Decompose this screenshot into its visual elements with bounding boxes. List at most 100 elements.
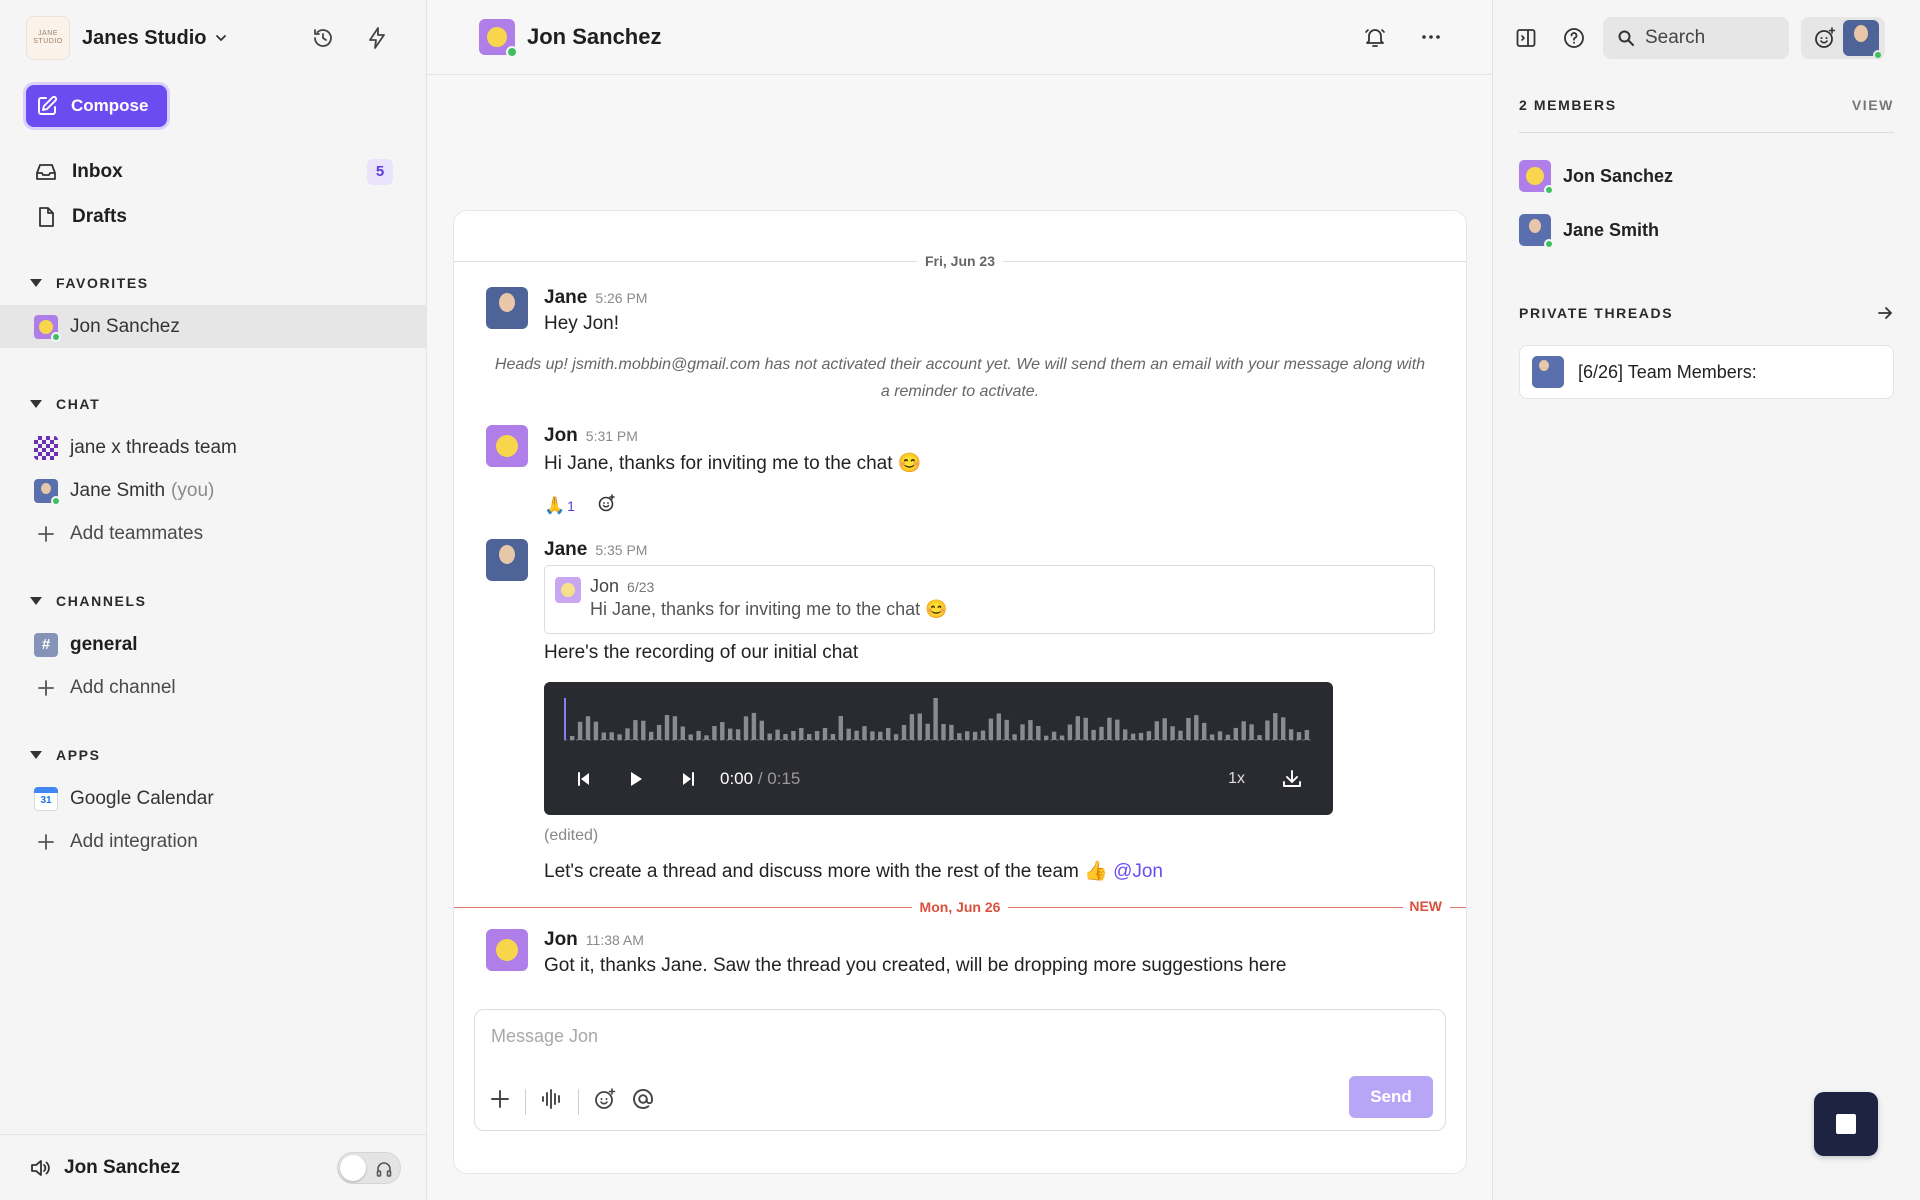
message-text: Let's create a thread and discuss more w… [544, 861, 1163, 882]
waveform-bar [1225, 734, 1231, 740]
waveform-bar [751, 712, 757, 740]
stop-icon [1836, 1114, 1856, 1134]
send-button[interactable]: Send [1349, 1076, 1433, 1118]
message-time: 5:35 PM [595, 542, 648, 558]
add-reaction-icon[interactable] [597, 493, 617, 518]
message-author[interactable]: Jon [544, 929, 578, 951]
details-header: Search [1493, 0, 1920, 75]
waveform-bar [585, 716, 591, 740]
audio-time: 0:00 / 0:15 [720, 769, 801, 788]
skip-forward-icon[interactable] [678, 769, 698, 789]
waveform-bar [783, 734, 788, 740]
waveform-bar [965, 731, 970, 740]
download-icon[interactable] [1281, 768, 1303, 790]
speaker-icon[interactable] [28, 1156, 52, 1180]
chat-item-jane-smith[interactable]: Jane Smith (you) [0, 469, 426, 512]
skip-back-icon[interactable] [574, 769, 594, 789]
waveform-bar [759, 720, 764, 740]
workspace-logo[interactable]: JANE STUDIO [26, 16, 70, 60]
waveform-bar [996, 713, 1001, 740]
message-author[interactable]: Jane [544, 539, 587, 561]
waveform-bar [672, 716, 678, 740]
avatar[interactable] [486, 425, 528, 467]
audio-waveform-icon[interactable] [540, 1087, 564, 1116]
message-list: Fri, Jun 23 Jane 5:26 PM Hey Jon! Heads u… [453, 210, 1467, 1174]
section-favorites[interactable]: FAVORITES [0, 267, 426, 299]
workspace-name[interactable]: Janes Studio [82, 27, 206, 50]
add-teammates-button[interactable]: Add teammates [0, 512, 426, 555]
chevron-down-icon[interactable] [214, 31, 228, 45]
chat-title[interactable]: Jon Sanchez [527, 24, 661, 50]
message-time: 5:26 PM [595, 290, 648, 306]
section-channels[interactable]: CHANNELS [0, 585, 426, 617]
nav-item-drafts[interactable]: Drafts [0, 194, 426, 239]
avatar[interactable] [1843, 19, 1883, 60]
member-item[interactable]: Jon Sanchez [1519, 149, 1894, 203]
add-channel-button[interactable]: Add channel [0, 666, 426, 709]
waveform-bar [570, 736, 575, 740]
avatar[interactable] [486, 287, 528, 329]
emoji-icon[interactable] [593, 1087, 617, 1116]
waveform-bar [1257, 735, 1262, 740]
panel-toggle-icon[interactable] [1513, 25, 1539, 51]
waveform-bar [846, 728, 851, 740]
audio-player: 0:00 / 0:15 1x [544, 682, 1333, 815]
waveform-bar [830, 734, 836, 740]
avatar[interactable] [486, 539, 528, 581]
avatar[interactable] [479, 19, 518, 58]
nav-item-inbox[interactable]: Inbox 5 [0, 149, 426, 194]
account-menu[interactable] [1801, 16, 1885, 60]
mention-link[interactable]: @Jon [1113, 861, 1163, 882]
audio-waveform[interactable] [564, 696, 1314, 742]
at-sign-icon[interactable] [631, 1087, 655, 1116]
message-input[interactable] [491, 1026, 1391, 1047]
new-tag: NEW [1403, 898, 1450, 914]
thread-card[interactable]: [6/26] Team Members: [1519, 345, 1894, 399]
plus-icon [34, 676, 58, 700]
playback-speed[interactable]: 1x [1228, 770, 1245, 788]
play-icon[interactable] [626, 769, 646, 789]
huddle-toggle[interactable] [337, 1151, 401, 1184]
plus-icon[interactable] [489, 1088, 511, 1115]
avatar[interactable] [486, 929, 528, 971]
chat-item-team[interactable]: jane x threads team [0, 426, 426, 469]
section-chat[interactable]: CHAT [0, 388, 426, 420]
search-box[interactable]: Search [1603, 16, 1789, 59]
waveform-bar [688, 734, 693, 740]
waveform-bar [1249, 724, 1254, 740]
section-apps[interactable]: APPS [0, 739, 426, 771]
add-integration-button[interactable]: Add integration [0, 820, 426, 863]
arrow-right-icon[interactable] [1876, 304, 1894, 322]
activation-notice: Heads up! jsmith.mobbin@gmail.com has no… [494, 356, 1426, 400]
add-emoji-status-icon[interactable] [1813, 26, 1837, 50]
help-icon[interactable] [1561, 25, 1587, 51]
channel-item-general[interactable]: # general [0, 623, 426, 666]
history-icon[interactable] [310, 25, 336, 51]
app-item-google-calendar[interactable]: 31 Google Calendar [0, 777, 426, 820]
stop-recording-button[interactable] [1814, 1092, 1878, 1156]
waveform-bar [925, 723, 930, 740]
lightning-icon[interactable] [364, 25, 390, 51]
waveform-bar [1202, 722, 1207, 740]
favorite-item-jon-sanchez[interactable]: Jon Sanchez [0, 305, 426, 348]
compose-button[interactable]: Compose [26, 85, 167, 127]
triangle-down-icon [30, 400, 42, 408]
waveform-bar [656, 724, 662, 740]
quoted-message[interactable]: Jon 6/23 Hi Jane, thanks for inviting me … [544, 565, 1435, 634]
more-icon[interactable] [1418, 24, 1444, 50]
waveform-bar [957, 733, 962, 740]
waveform-bar [822, 728, 828, 740]
waveform-bar [1123, 729, 1128, 740]
waveform-bar [909, 714, 915, 740]
member-item[interactable]: Jane Smith [1519, 203, 1894, 257]
reaction-chip[interactable]: 🙏 1 [544, 496, 575, 516]
waveform-bar [917, 713, 922, 740]
waveform-bar [743, 716, 749, 740]
message-author[interactable]: Jane [544, 287, 587, 309]
waveform-bar [1233, 727, 1238, 740]
huddle-bar: Jon Sanchez [0, 1134, 426, 1200]
bell-icon[interactable] [1362, 24, 1388, 50]
message: Jane 5:26 PM Hey Jon! [486, 287, 1434, 335]
message-author[interactable]: Jon [544, 425, 578, 447]
view-members-link[interactable]: VIEW [1852, 97, 1894, 113]
